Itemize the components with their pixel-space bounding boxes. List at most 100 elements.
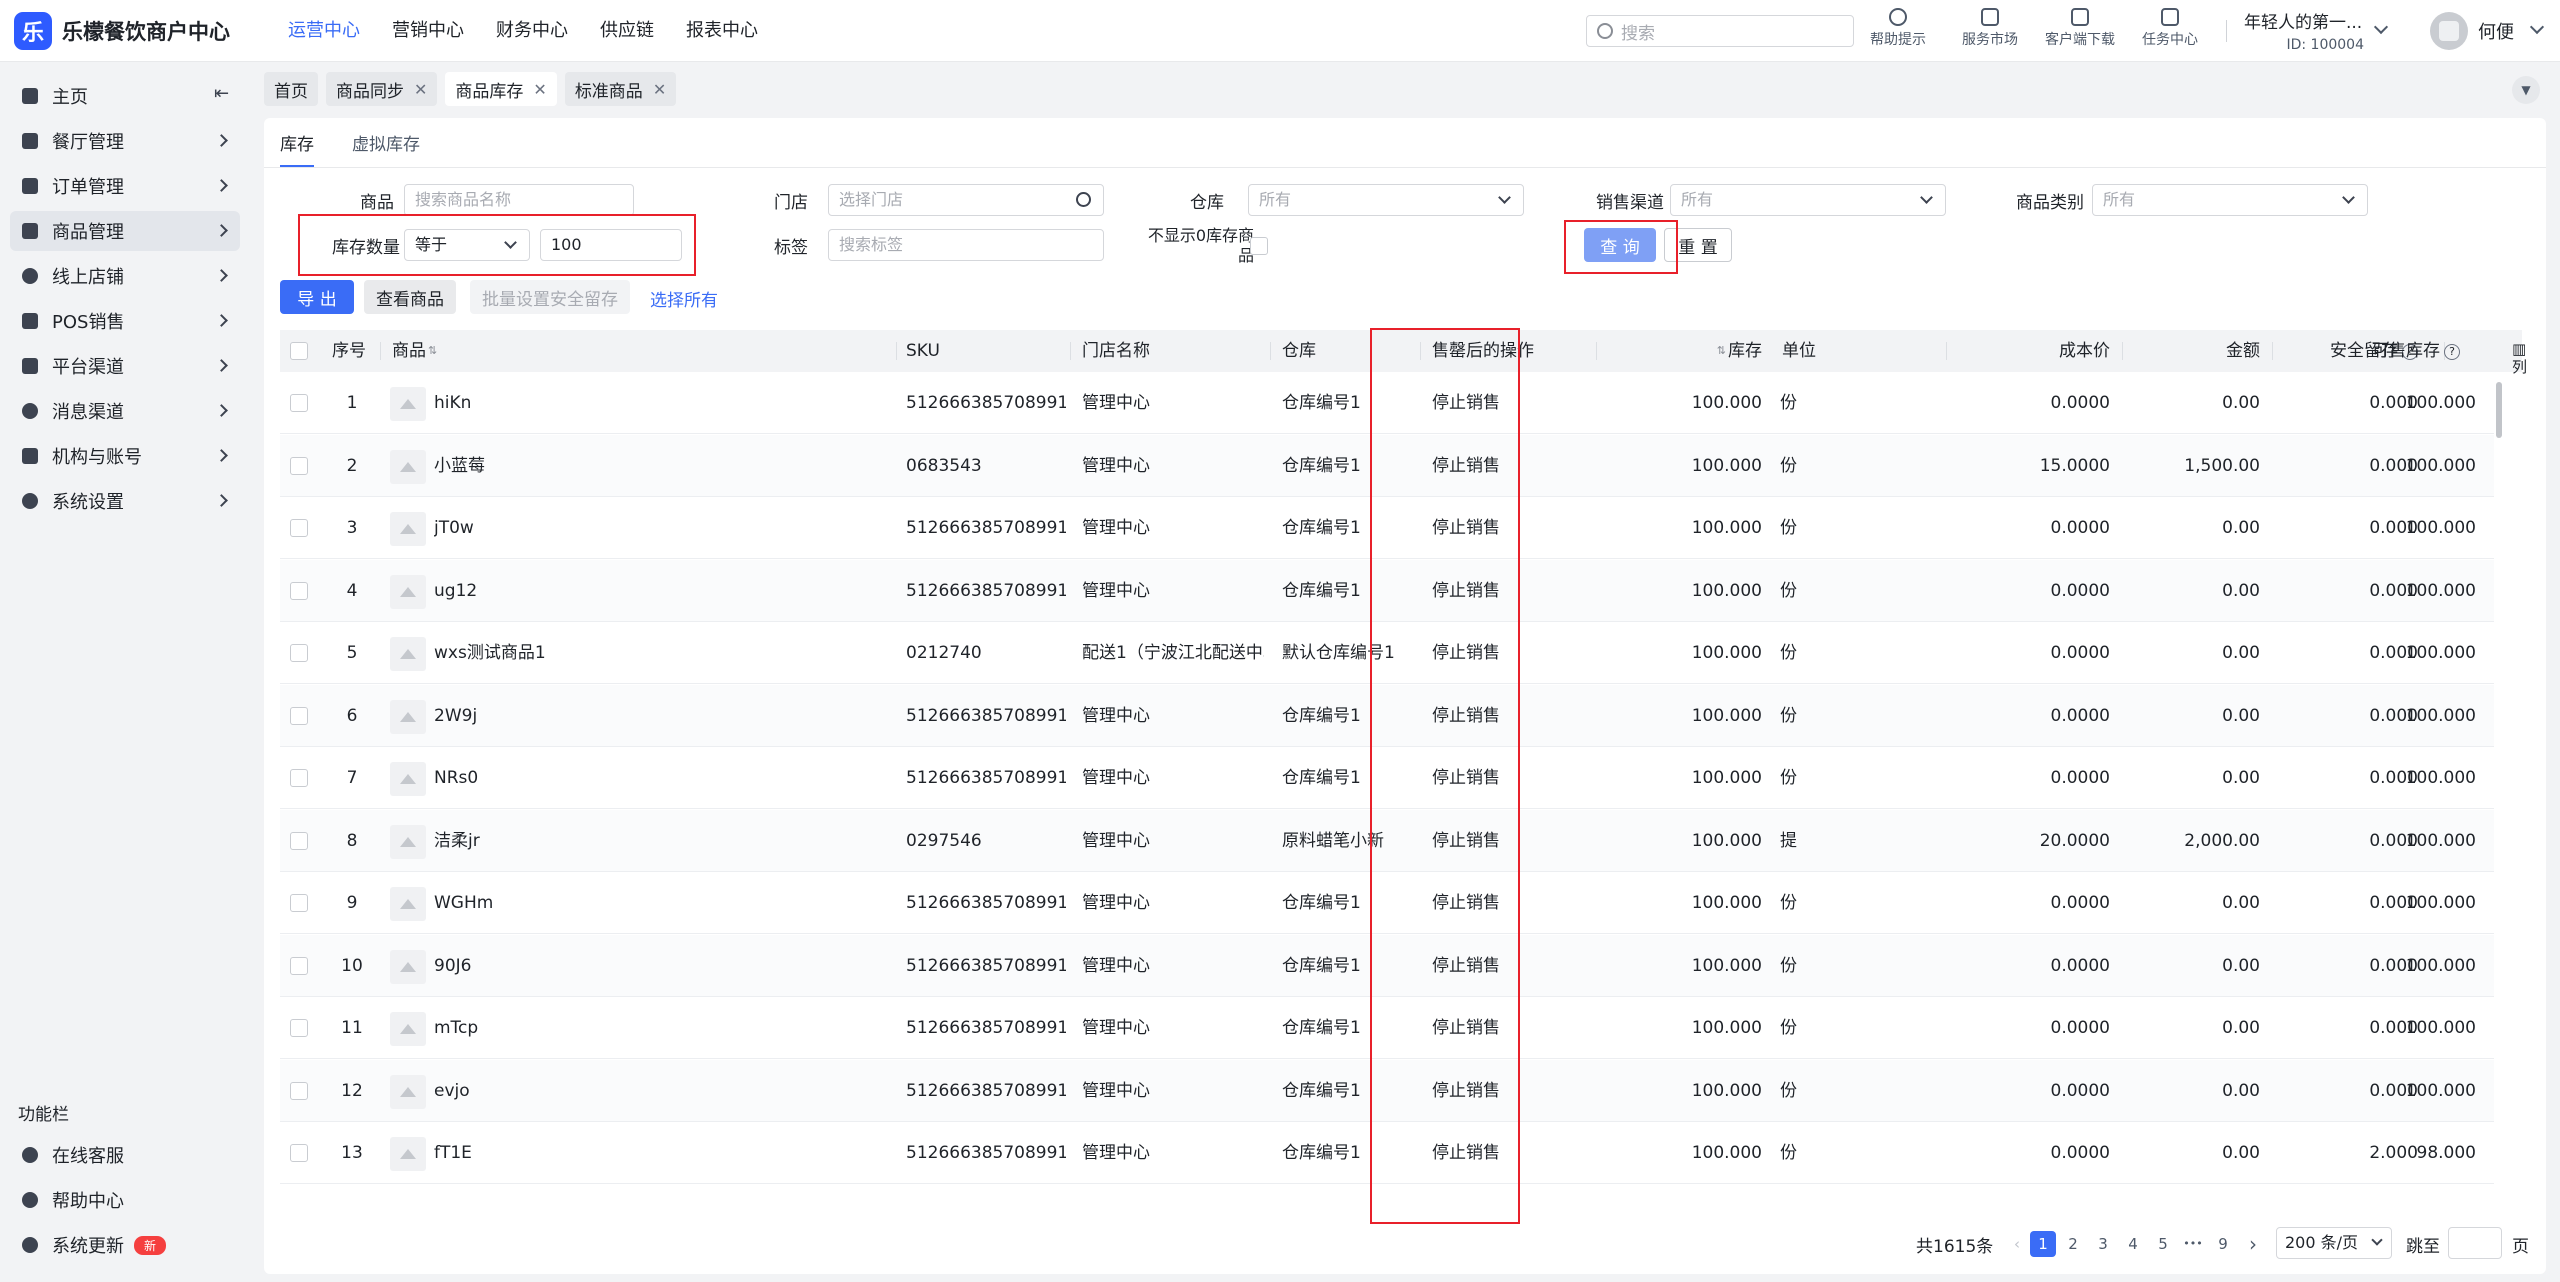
warehouse-select[interactable]: 所有 <box>1248 184 1524 216</box>
hide-zero-label: 不显示0库存商 品 <box>1124 226 1254 266</box>
page-ellipsis[interactable]: ••• <box>2180 1231 2206 1257</box>
close-icon[interactable]: ✕ <box>414 80 427 99</box>
sidebar-item-pos[interactable]: POS销售 <box>10 301 240 341</box>
task-center-button[interactable]: 任务中心 <box>2130 8 2210 49</box>
close-icon[interactable]: ✕ <box>653 80 666 99</box>
jump-page-input[interactable] <box>2448 1227 2502 1259</box>
cell-cost: 0.0000 <box>2050 955 2110 976</box>
refresh-icon <box>22 1237 38 1253</box>
topnav-supply[interactable]: 供应链 <box>600 0 654 62</box>
cell-amount: 2,000.00 <box>2184 830 2260 851</box>
row-checkbox[interactable] <box>290 706 308 725</box>
cell-no: 1 <box>346 393 358 413</box>
info-icon[interactable]: ? <box>2444 344 2460 360</box>
sidebar-item-products[interactable]: 商品管理 <box>10 211 240 251</box>
row-checkbox[interactable] <box>290 1144 308 1162</box>
sidebar-item-messages[interactable]: 消息渠道 <box>10 391 240 431</box>
table-scrollbar[interactable] <box>2494 372 2506 1212</box>
tab-product-sync[interactable]: 商品同步 ✕ <box>326 72 438 106</box>
hide-zero-checkbox[interactable] <box>1250 237 1268 255</box>
avatar[interactable] <box>2430 12 2468 50</box>
row-checkbox[interactable] <box>290 394 308 412</box>
select-all-checkbox[interactable] <box>290 342 308 360</box>
row-checkbox[interactable] <box>290 894 308 912</box>
store-select[interactable]: 选择门店 <box>828 184 1104 216</box>
cell-stock: 100.000 <box>1691 893 1762 913</box>
col-available: 可售库存? <box>2276 330 2460 372</box>
global-search-input[interactable]: 搜索 <box>1586 15 1854 47</box>
warehouse-value: 所有 <box>1259 190 1292 209</box>
col-stock[interactable]: ⇅ 库存 <box>1610 330 1762 372</box>
close-icon[interactable]: ✕ <box>533 80 546 99</box>
subtab-virtual-stock[interactable]: 虚拟库存 <box>352 130 420 168</box>
product-image-placeholder-icon <box>390 449 426 484</box>
tab-standard-product[interactable]: 标准商品 ✕ <box>564 72 677 106</box>
tab-home[interactable]: 首页 <box>264 72 318 106</box>
column-settings-button[interactable]: ▥ 列 <box>2512 340 2527 376</box>
select-all-link[interactable]: 选择所有 <box>650 286 718 311</box>
org-switcher[interactable]: 年轻人的第一... ID: 100004 <box>2244 8 2384 53</box>
sidebar-item-restaurant[interactable]: 餐厅管理 <box>10 121 240 161</box>
col-available-label: 可售库存 <box>2372 341 2440 361</box>
row-checkbox[interactable] <box>290 956 308 975</box>
row-checkbox[interactable] <box>290 769 308 787</box>
batch-safety-stock-button[interactable]: 批量设置安全留存 <box>470 280 630 314</box>
export-button[interactable]: 导 出 <box>280 280 354 314</box>
category-select[interactable]: 所有 <box>2092 184 2368 216</box>
sidebar-item-system-update[interactable]: 系统更新新 <box>10 1225 240 1265</box>
page-1[interactable]: 1 <box>2030 1231 2056 1257</box>
page-2[interactable]: 2 <box>2060 1231 2086 1257</box>
sidebar-item-settings[interactable]: 系统设置 <box>10 481 240 521</box>
order-icon <box>22 178 38 194</box>
tabs-dropdown-icon[interactable]: ▼ <box>2512 76 2540 104</box>
help-tips-button[interactable]: 帮助提示 <box>1858 8 1938 49</box>
row-checkbox[interactable] <box>290 519 308 537</box>
product-search-input[interactable]: 搜索商品名称 <box>404 184 634 216</box>
cell-name: mTcp <box>434 1018 479 1038</box>
chevron-right-icon <box>215 449 228 462</box>
row-checkbox[interactable] <box>290 831 308 850</box>
topnav-ops[interactable]: 运营中心 <box>288 0 360 62</box>
cell-avail: 100.000 <box>2405 455 2476 476</box>
topnav-finance[interactable]: 财务中心 <box>496 0 568 62</box>
page-9[interactable]: 9 <box>2210 1231 2236 1257</box>
sort-icon[interactable]: ⇅ <box>428 330 437 372</box>
client-download-button[interactable]: 客户端下载 <box>2040 8 2120 49</box>
logo[interactable]: 乐 乐檬餐饮商户中心 <box>14 11 264 50</box>
collapse-sidebar-icon[interactable]: ⇤ <box>214 83 229 104</box>
row-checkbox[interactable] <box>290 456 308 475</box>
service-market-button[interactable]: 服务市场 <box>1950 8 2030 49</box>
sidebar-item-help-center[interactable]: 帮助中心 <box>10 1180 240 1220</box>
sidebar-item-online-service[interactable]: 在线客服 <box>10 1135 240 1175</box>
row-checkbox[interactable] <box>290 644 308 662</box>
user-name[interactable]: 何便 <box>2478 18 2514 44</box>
chevron-right-icon <box>215 179 228 192</box>
prev-page-icon[interactable]: ‹ <box>2004 1231 2030 1257</box>
cell-stock: 100.000 <box>1691 580 1762 601</box>
row-checkbox[interactable] <box>290 1019 308 1037</box>
sort-icon[interactable]: ⇅ <box>1717 330 1726 372</box>
page-3[interactable]: 3 <box>2090 1231 2116 1257</box>
sidebar-item-orders[interactable]: 订单管理 <box>10 166 240 206</box>
row-checkbox[interactable] <box>290 581 308 600</box>
page-size-select[interactable]: 200 条/页 <box>2276 1227 2392 1259</box>
tag-search-input[interactable]: 搜索标签 <box>828 229 1104 261</box>
view-products-button[interactable]: 查看商品 <box>364 280 456 314</box>
channel-select[interactable]: 所有 <box>1670 184 1946 216</box>
subtab-stock[interactable]: 库存 <box>280 130 314 168</box>
sidebar-item-org-accounts[interactable]: 机构与账号 <box>10 436 240 476</box>
sidebar-item-online-store[interactable]: 线上店铺 <box>10 256 240 296</box>
topnav-marketing[interactable]: 营销中心 <box>392 0 464 62</box>
row-checkbox[interactable] <box>290 1081 308 1100</box>
next-page-icon[interactable]: › <box>2240 1231 2266 1257</box>
sidebar-item-home[interactable]: 主页 <box>10 76 240 116</box>
scrollbar-thumb[interactable] <box>2496 382 2502 438</box>
topnav-reports[interactable]: 报表中心 <box>686 0 758 62</box>
sidebar-item-platform[interactable]: 平台渠道 <box>10 346 240 386</box>
page-5[interactable]: 5 <box>2150 1231 2176 1257</box>
tab-inventory[interactable]: 商品库存 ✕ <box>445 72 557 106</box>
sidebar-item-label: 订单管理 <box>52 177 124 198</box>
page-4[interactable]: 4 <box>2120 1231 2146 1257</box>
divider <box>1070 342 1071 360</box>
col-product[interactable]: 商品 ⇅ <box>392 330 439 372</box>
